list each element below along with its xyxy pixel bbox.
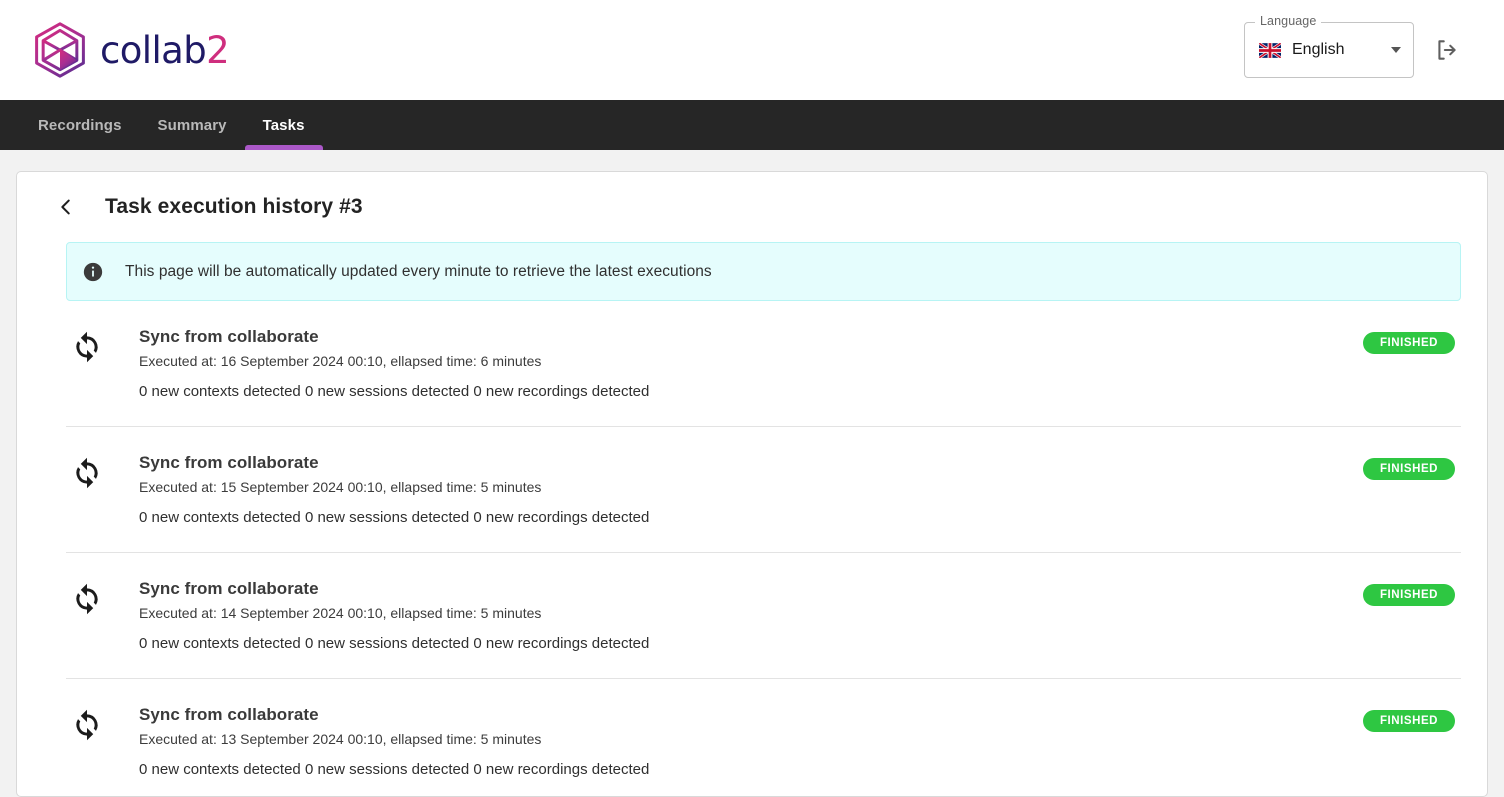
execution-title: Sync from collaborate (139, 704, 319, 724)
execution-result: 0 new contexts detected 0 new sessions d… (139, 635, 650, 653)
info-alert: This page will be automatically updated … (66, 242, 1461, 301)
sync-icon-glyph (76, 583, 98, 615)
status-badge: FINISHED (1363, 709, 1455, 732)
execution-result: 0 new contexts detected 0 new sessions d… (139, 383, 650, 401)
execution-details: Sync from collaborate Executed at: 16 Se… (108, 326, 1363, 402)
main-navigation: Recordings Summary Tasks (0, 100, 1504, 150)
logout-icon (1438, 40, 1456, 60)
brand-wordmark: collab2 (100, 28, 230, 72)
info-alert-text: This page will be automatically updated … (125, 262, 712, 280)
app-header: collab2 Language English (0, 0, 1504, 100)
execution-title: Sync from collaborate (139, 578, 319, 598)
tab-recordings[interactable]: Recordings (20, 100, 140, 150)
execution-title: Sync from collaborate (139, 327, 319, 346)
chevron-left-icon (61, 199, 70, 215)
status-container: FINISHED (1363, 704, 1461, 732)
info-icon (83, 262, 103, 281)
page-title: Task execution history #3 (105, 195, 363, 218)
execution-result: 0 new contexts detected 0 new sessions d… (139, 509, 650, 527)
card-header: Task execution history #3 (41, 172, 1463, 242)
execution-result: 0 new contexts detected 0 new sessions d… (139, 761, 650, 779)
status-badge: FINISHED (1363, 332, 1455, 354)
execution-meta: Executed at: 15 September 2024 00:10, el… (139, 479, 542, 496)
chevron-down-icon[interactable] (1391, 47, 1401, 53)
list-item[interactable]: Sync from collaborate Executed at: 14 Se… (66, 551, 1461, 678)
brand-name-primary: collab (100, 28, 207, 72)
uk-flag-icon (1259, 42, 1281, 58)
tab-tasks[interactable]: Tasks (244, 100, 323, 150)
execution-meta: Executed at: 13 September 2024 00:10, el… (139, 731, 542, 748)
sync-icon (66, 326, 108, 364)
language-selected-value: English (1292, 41, 1345, 58)
execution-meta: Executed at: 16 September 2024 00:10, el… (139, 353, 542, 370)
execution-details: Sync from collaborate Executed at: 15 Se… (108, 452, 1363, 528)
logout-button[interactable] (1430, 33, 1464, 67)
status-container: FINISHED (1363, 452, 1461, 480)
page-content: Task execution history #3 This page will… (0, 150, 1504, 797)
status-badge: FINISHED (1363, 457, 1455, 480)
brand-name-accent: 2 (206, 28, 230, 72)
header-actions: Language English (1244, 15, 1464, 78)
sync-icon (66, 578, 108, 616)
list-item[interactable]: Sync from collaborate Executed at: 15 Se… (66, 425, 1461, 552)
hexagon-facet-logo-icon (35, 22, 85, 78)
status-container: FINISHED (1363, 578, 1461, 606)
language-select[interactable]: Language English (1244, 15, 1414, 78)
execution-details: Sync from collaborate Executed at: 13 Se… (108, 704, 1363, 780)
task-history-card: Task execution history #3 This page will… (16, 171, 1488, 797)
status-container: FINISHED (1363, 326, 1461, 354)
sync-icon-glyph (76, 709, 98, 741)
sync-icon-glyph (76, 457, 98, 489)
sync-icon (66, 452, 108, 490)
execution-title: Sync from collaborate (139, 452, 319, 472)
sync-icon-glyph (76, 331, 98, 363)
back-button[interactable] (52, 193, 80, 221)
list-item[interactable]: Sync from collaborate Executed at: 16 Se… (66, 301, 1461, 426)
brand-logo[interactable]: collab2 (30, 21, 230, 79)
sync-icon (66, 704, 108, 742)
tab-summary[interactable]: Summary (140, 100, 245, 150)
status-badge: FINISHED (1363, 583, 1455, 606)
language-select-label: Language (1255, 15, 1322, 28)
execution-details: Sync from collaborate Executed at: 14 Se… (108, 578, 1363, 654)
execution-list: Sync from collaborate Executed at: 16 Se… (41, 301, 1463, 796)
list-item[interactable]: Sync from collaborate Executed at: 13 Se… (66, 677, 1461, 796)
execution-meta: Executed at: 14 September 2024 00:10, el… (139, 605, 542, 622)
